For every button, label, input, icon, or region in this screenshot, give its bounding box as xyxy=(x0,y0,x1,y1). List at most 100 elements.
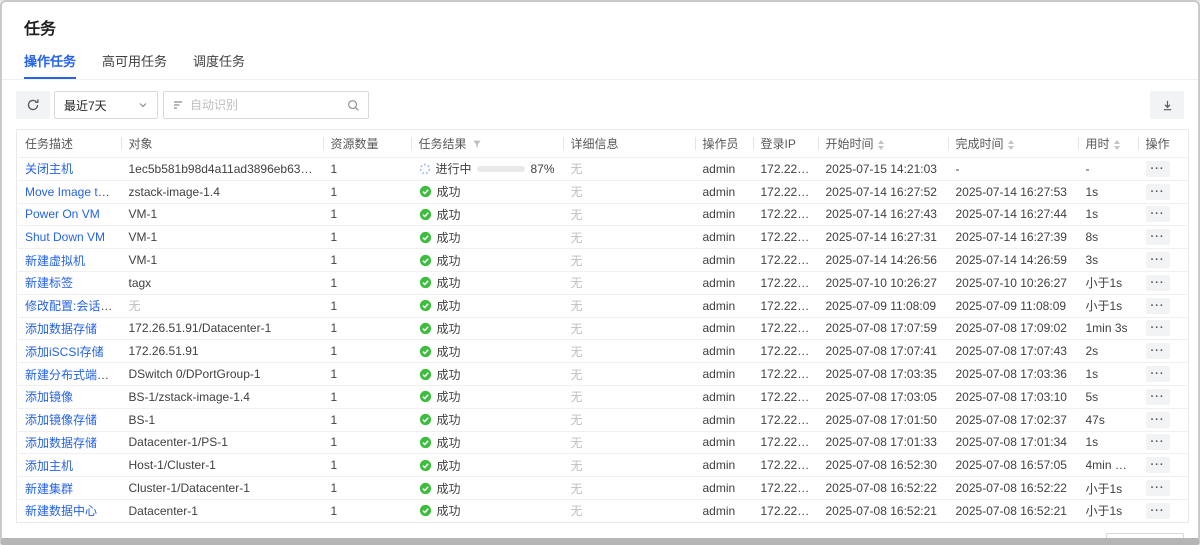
cell-task-desc: 添加数据存储 xyxy=(17,431,121,454)
table-row: 新建数据中心Datacenter-11成功无admin172.22.2...20… xyxy=(17,499,1189,522)
column-header-end-time[interactable]: 完成时间 xyxy=(948,130,1078,158)
more-actions-button[interactable]: ··· xyxy=(1146,503,1170,519)
task-description-link[interactable]: 新建虚拟机 xyxy=(25,254,85,268)
search-input[interactable] xyxy=(190,98,341,112)
search-icon[interactable] xyxy=(347,99,360,112)
cell-object: BS-1 xyxy=(121,408,323,431)
cell-login-ip: 172.22.2... xyxy=(753,499,818,522)
task-description-link[interactable]: Shut Down VM xyxy=(25,230,105,244)
task-description-link[interactable]: 新建数据中心 xyxy=(25,504,97,518)
cell-operator: admin xyxy=(695,408,753,431)
cell-start-time: 2025-07-08 17:01:50 xyxy=(818,408,948,431)
cell-detail-info: 无 xyxy=(563,385,695,408)
success-check-icon xyxy=(419,459,432,472)
cell-resource-count: 1 xyxy=(323,408,411,431)
tab-ha-tasks[interactable]: 高可用任务 xyxy=(102,51,167,79)
search-box xyxy=(163,91,369,119)
cell-object: DSwitch 0/DPortGroup-1 xyxy=(121,363,323,386)
column-label: 任务结果 xyxy=(419,137,467,151)
more-actions-button[interactable]: ··· xyxy=(1146,434,1170,450)
cell-login-ip: 172.22.2... xyxy=(753,158,818,181)
time-range-select[interactable]: 最近7天 xyxy=(54,91,158,119)
cell-resource-count: 1 xyxy=(323,294,411,317)
more-actions-button[interactable]: ··· xyxy=(1146,206,1170,222)
cell-task-result: 成功 xyxy=(411,249,563,272)
task-description-link[interactable]: 新建标签 xyxy=(25,276,73,290)
cell-login-ip: 172.22.2... xyxy=(753,454,818,477)
cell-actions: ··· xyxy=(1138,363,1189,386)
table-row: 添加镜像存储BS-11成功无admin172.22.2...2025-07-08… xyxy=(17,408,1189,431)
column-header-duration[interactable]: 用时 xyxy=(1078,130,1138,158)
cell-detail-info: 无 xyxy=(563,317,695,340)
cell-operator: admin xyxy=(695,477,753,500)
success-check-icon xyxy=(419,436,432,449)
cell-start-time: 2025-07-08 17:07:59 xyxy=(818,317,948,340)
sort-carets-icon[interactable] xyxy=(1114,140,1120,150)
more-actions-button[interactable]: ··· xyxy=(1146,229,1170,245)
more-actions-button[interactable]: ··· xyxy=(1146,457,1170,473)
table-row: 新建虚拟机VM-11成功无admin172.22.2...2025-07-14 … xyxy=(17,249,1189,272)
column-header-login-ip: 登录IP xyxy=(753,130,818,158)
cell-task-desc: 添加镜像存储 xyxy=(17,408,121,431)
task-description-link[interactable]: Move Image to Rec... xyxy=(25,185,121,199)
table-row: 添加镜像BS-1/zstack-image-1.41成功无admin172.22… xyxy=(17,385,1189,408)
tab-operation-tasks[interactable]: 操作任务 xyxy=(24,51,76,79)
page-number[interactable]: 1 xyxy=(1072,538,1079,545)
cell-login-ip: 172.22.2... xyxy=(753,431,818,454)
sort-carets-icon[interactable] xyxy=(1008,140,1014,150)
task-description-link[interactable]: 添加数据存储 xyxy=(25,436,97,450)
cell-task-result: 成功 xyxy=(411,226,563,249)
task-description-link[interactable]: 添加iSCSI存储 xyxy=(25,345,104,359)
status-label: 成功 xyxy=(437,480,461,497)
task-description-link[interactable]: 新建集群 xyxy=(25,482,73,496)
more-actions-button[interactable]: ··· xyxy=(1146,389,1170,405)
task-description-link[interactable]: 添加镜像存储 xyxy=(25,413,97,427)
more-actions-button[interactable]: ··· xyxy=(1146,480,1170,496)
prev-page-button[interactable]: < xyxy=(1053,538,1064,545)
cell-detail-info: 无 xyxy=(563,294,695,317)
task-description-link[interactable]: 添加主机 xyxy=(25,459,73,473)
refresh-button[interactable] xyxy=(16,91,50,119)
cell-end-time: 2025-07-08 16:52:22 xyxy=(948,477,1078,500)
task-description-link[interactable]: 添加镜像 xyxy=(25,390,73,404)
more-actions-button[interactable]: ··· xyxy=(1146,412,1170,428)
cell-end-time: 2025-07-14 14:26:59 xyxy=(948,249,1078,272)
task-description-link[interactable]: Power On VM xyxy=(25,207,100,221)
cell-task-result: 成功 xyxy=(411,363,563,386)
success-check-icon xyxy=(419,345,432,358)
cell-actions: ··· xyxy=(1138,454,1189,477)
more-actions-button[interactable]: ··· xyxy=(1146,252,1170,268)
task-description-link[interactable]: 添加数据存储 xyxy=(25,322,97,336)
more-actions-button[interactable]: ··· xyxy=(1146,366,1170,382)
more-actions-button[interactable]: ··· xyxy=(1146,343,1170,359)
time-range-value: 最近7天 xyxy=(64,97,107,114)
sort-carets-icon[interactable] xyxy=(878,140,884,150)
column-header-task-result[interactable]: 任务结果 xyxy=(411,130,563,158)
column-header-detail-info: 详细信息 xyxy=(563,130,695,158)
success-check-icon xyxy=(419,276,432,289)
more-actions-button[interactable]: ··· xyxy=(1146,275,1170,291)
more-actions-button[interactable]: ··· xyxy=(1146,298,1170,314)
column-header-start-time[interactable]: 开始时间 xyxy=(818,130,948,158)
column-label: 开始时间 xyxy=(826,137,874,151)
task-description-link[interactable]: 新建分布式端口组 xyxy=(25,368,121,382)
cell-detail-info: 无 xyxy=(563,180,695,203)
more-actions-button[interactable]: ··· xyxy=(1146,161,1170,177)
export-button[interactable] xyxy=(1150,91,1184,119)
tasks-table: 任务描述对象资源数量任务结果详细信息操作员登录IP开始时间完成时间用时操作 关闭… xyxy=(16,129,1189,523)
task-description-link[interactable]: 关闭主机 xyxy=(25,162,73,176)
cell-detail-info: 无 xyxy=(563,408,695,431)
toolbar: 最近7天 xyxy=(2,80,1198,129)
tab-scheduled-tasks[interactable]: 调度任务 xyxy=(193,51,245,79)
status-label: 成功 xyxy=(437,297,461,314)
page-size-select[interactable]: 20 项/页 xyxy=(1106,533,1184,545)
next-page-button[interactable]: > xyxy=(1087,538,1098,545)
status-label: 进行中 xyxy=(436,160,472,177)
cell-duration: 小于1s xyxy=(1078,271,1138,294)
filter-funnel-icon[interactable] xyxy=(472,138,482,152)
more-actions-button[interactable]: ··· xyxy=(1146,320,1170,336)
more-actions-button[interactable]: ··· xyxy=(1146,184,1170,200)
task-description-link[interactable]: 修改配置:会话超时... xyxy=(25,299,121,313)
status-label: 成功 xyxy=(437,457,461,474)
column-label: 操作 xyxy=(1146,137,1170,151)
